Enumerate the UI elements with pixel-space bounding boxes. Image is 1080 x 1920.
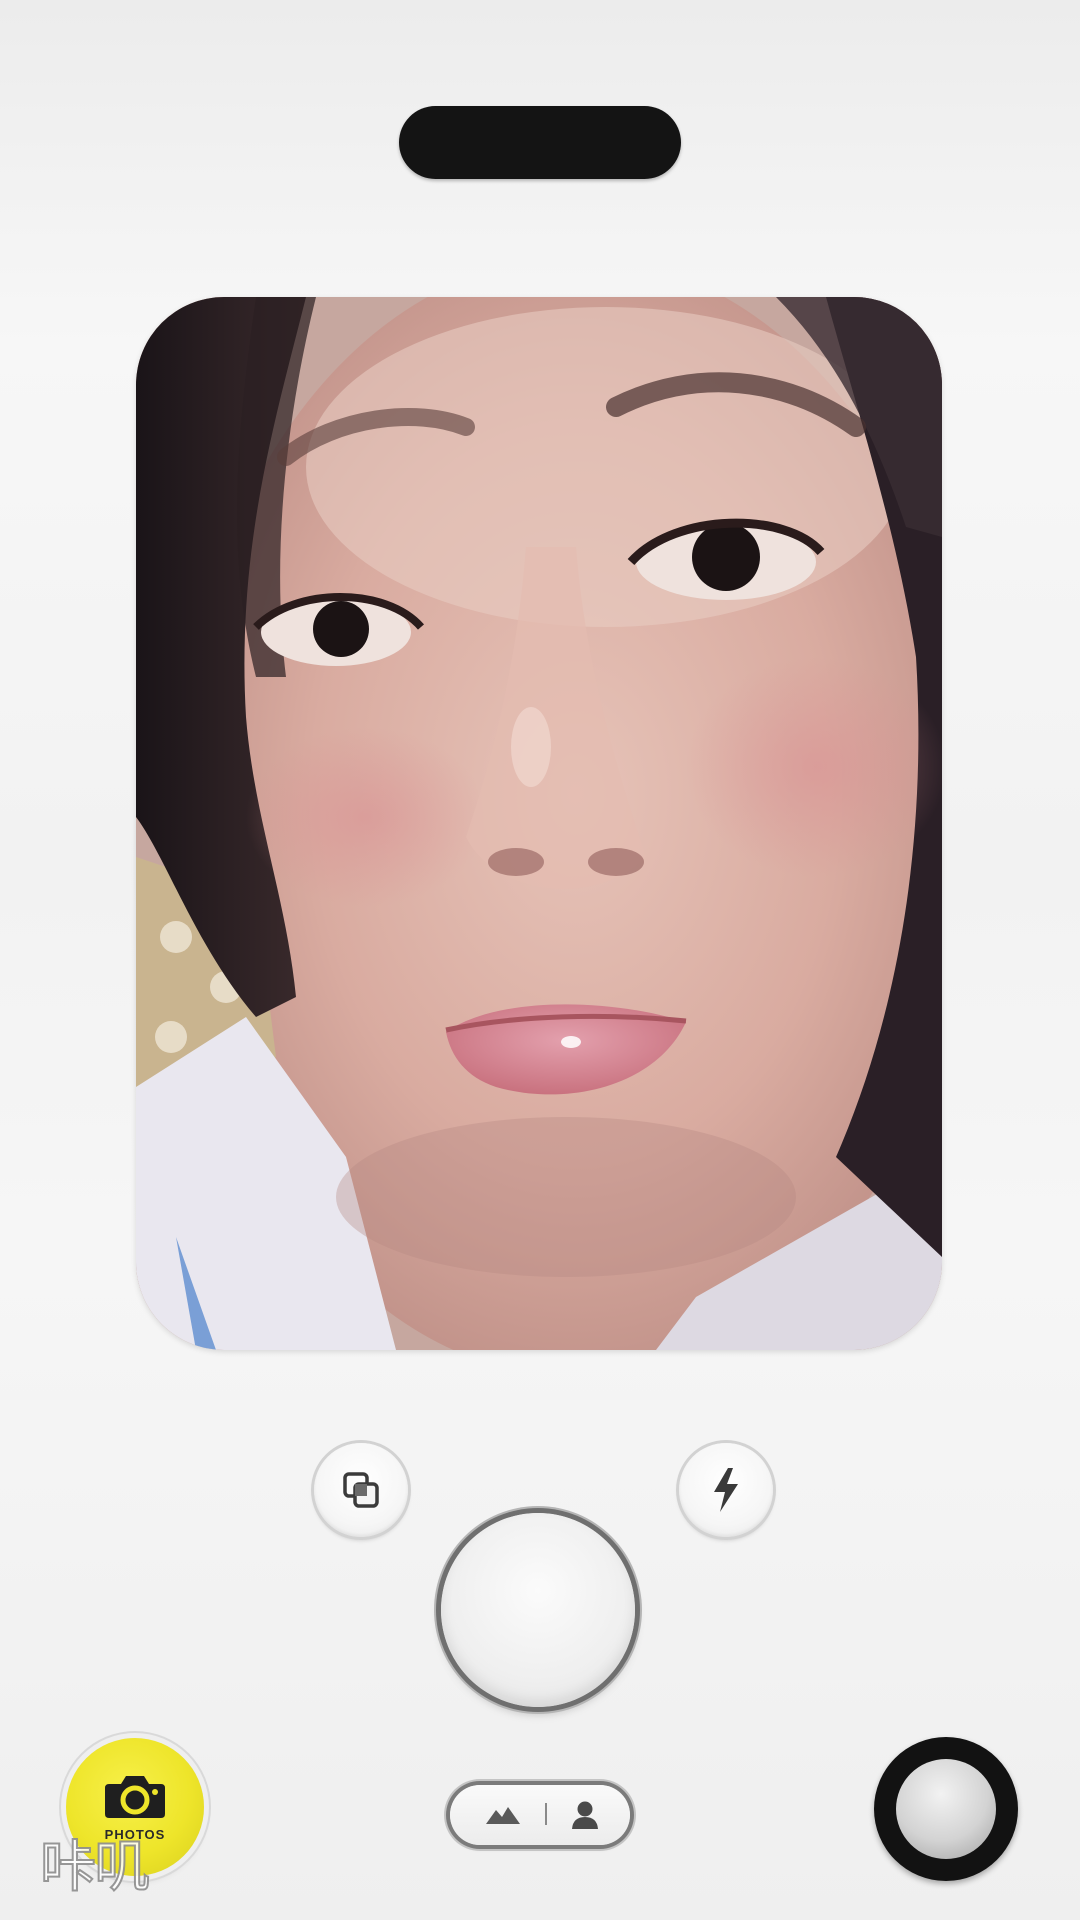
flash-button[interactable] <box>679 1443 773 1537</box>
capture-mode-toggle[interactable] <box>450 1785 630 1845</box>
lightning-bolt-icon <box>714 1468 738 1512</box>
camera-viewfinder[interactable] <box>136 297 942 1350</box>
person-portrait-icon[interactable] <box>571 1800 599 1830</box>
mode-toggle-divider <box>545 1803 547 1825</box>
app-watermark: 咔叽 <box>39 1834 151 1901</box>
selfie-preview-image <box>136 297 942 1350</box>
mountain-landscape-icon[interactable] <box>486 1805 520 1825</box>
shutter-button[interactable] <box>441 1513 635 1707</box>
layers-flip-icon <box>343 1472 379 1508</box>
camera-icon <box>105 1776 165 1818</box>
switch-camera-button[interactable] <box>314 1443 408 1537</box>
dynamic-island-notch <box>399 106 681 179</box>
gallery-preview-thumbnail <box>896 1759 996 1859</box>
gallery-preview-button[interactable] <box>874 1737 1018 1881</box>
